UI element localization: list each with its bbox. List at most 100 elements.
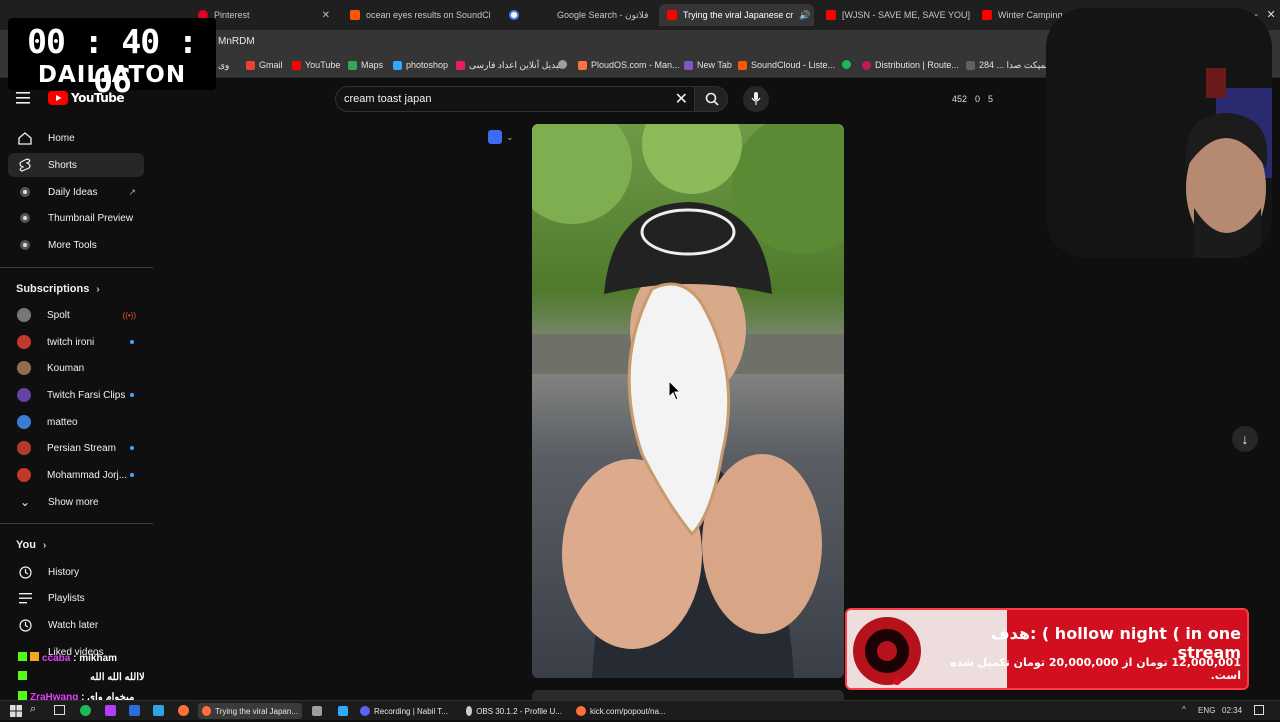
sidebar-item-label: Daily Ideas	[48, 187, 97, 198]
show-more-button[interactable]: ⌄ Show more	[8, 490, 144, 514]
sidebar-item-shorts[interactable]: Shorts	[8, 153, 144, 177]
taskbar-app[interactable]	[308, 703, 328, 719]
taskbar-app[interactable]	[334, 703, 354, 719]
sidebar-item-label: Home	[48, 133, 75, 144]
bookmark-item[interactable]: وی	[218, 60, 229, 71]
subscription-item[interactable]: Twitch Farsi Clips	[8, 383, 144, 407]
app-icon	[312, 706, 322, 716]
language-indicator[interactable]: ENG	[1198, 706, 1215, 715]
close-icon[interactable]: ✕	[654, 10, 655, 21]
app-icon[interactable]	[153, 705, 164, 716]
tab-title: ocean eyes results on SoundCl	[366, 10, 491, 20]
stream-timer: 00 : 40 : 06 DAILIATON	[8, 18, 216, 90]
close-icon[interactable]: ✕	[675, 89, 688, 109]
app-icon[interactable]	[105, 705, 116, 716]
taskbar-app[interactable]: kick.com/popout/na...	[572, 703, 676, 719]
edge-icon[interactable]	[80, 705, 91, 716]
timer-label: DAILIATON	[8, 62, 216, 88]
bookmark-youtube[interactable]: YouTube	[292, 60, 340, 70]
notification-icon[interactable]	[1254, 705, 1264, 715]
history-icon	[16, 563, 34, 581]
voice-search-button[interactable]	[743, 86, 769, 112]
avatar	[17, 308, 31, 322]
hamburger-menu-icon[interactable]	[16, 91, 30, 109]
bookmark-spotify[interactable]	[842, 60, 851, 69]
extension-stats: 452 0 5	[952, 94, 993, 104]
clock[interactable]: 02:34	[1222, 706, 1242, 715]
chevron-down-icon: ⌄	[16, 493, 34, 511]
search-query[interactable]: cream toast japan	[344, 93, 431, 105]
search-icon[interactable]: ⌕	[30, 703, 36, 716]
sidebar-item-more-tools[interactable]: More Tools	[8, 233, 144, 257]
browser-tab[interactable]: [WJSN - SAVE ME, SAVE YOU] ( ✕	[818, 4, 970, 26]
chevron-up-icon[interactable]: ^	[1182, 705, 1186, 714]
sidebar-item-label: More Tools	[48, 240, 97, 251]
address-text[interactable]: MnRDM	[218, 36, 255, 47]
arrow-down-icon: ↓	[1242, 431, 1249, 447]
task-view-icon[interactable]	[54, 705, 65, 715]
windows-start-icon[interactable]	[10, 704, 22, 722]
photoshop-icon	[393, 61, 402, 70]
next-video-button[interactable]: ↓	[1232, 426, 1258, 452]
firefox-icon	[576, 706, 586, 716]
sidebar-item-daily-ideas[interactable]: Daily Ideas ↗	[8, 180, 144, 204]
sidebar-item-playlists[interactable]: Playlists	[8, 586, 144, 610]
subscription-item[interactable]: Mohammad Jorj...	[8, 463, 144, 487]
youtube-icon	[292, 61, 301, 70]
close-icon[interactable]: ✕	[322, 10, 330, 21]
avatar	[17, 441, 31, 455]
browser-tab[interactable]: ocean eyes results on SoundCl ✕	[342, 4, 497, 26]
stat-count: 5	[988, 94, 993, 104]
maps-icon	[348, 61, 357, 70]
youtube-logo[interactable]: YouTube	[48, 91, 124, 105]
chat-badge-icon	[18, 671, 27, 680]
google-icon	[509, 10, 519, 20]
avatar	[17, 335, 31, 349]
bookmark-gmail[interactable]: Gmail	[246, 60, 283, 70]
extension-button[interactable]: ⌄	[488, 130, 514, 144]
bookmark-photoshop[interactable]: photoshop	[393, 60, 448, 70]
search-icon	[705, 92, 719, 106]
search-input[interactable]: cream toast japan ✕	[335, 86, 695, 112]
taskbar-app[interactable]: Trying the viral Japan...	[198, 703, 302, 719]
browser-tab[interactable]: Winter Camping in Alask	[974, 4, 1064, 26]
next-short-preview[interactable]	[532, 690, 844, 700]
subscription-item[interactable]: matteo	[8, 410, 144, 434]
thumbnail-icon	[16, 209, 34, 227]
you-heading[interactable]: You ›	[16, 539, 46, 551]
browser-tab-active[interactable]: Trying the viral Japanese cr 🔊 ✕	[659, 4, 814, 26]
taskbar-app[interactable]: OBS 30.1.2 - Profile U...	[462, 703, 566, 719]
avatar	[17, 361, 31, 375]
chat-text: لاالله الله الله	[90, 672, 145, 683]
bookmark-maps[interactable]: Maps	[348, 60, 383, 70]
tab-title: Pinterest	[214, 10, 250, 20]
sidebar-item-history[interactable]: History	[8, 560, 144, 584]
bookmark-new-tab[interactable]: New Tab	[684, 60, 732, 70]
sidebar-item-watch-later[interactable]: Watch later	[8, 613, 144, 637]
bookmark-soundcloud[interactable]: SoundCloud - Liste...	[738, 60, 835, 70]
chat-message: ccaba : mikham	[18, 652, 117, 664]
goal-subtitle: 12,000,001 تومان از 20,000,000 تومان تکم…	[923, 656, 1241, 682]
subscription-item[interactable]: Spolt ((•))	[8, 303, 144, 327]
speaker-icon[interactable]: 🔊	[799, 10, 810, 21]
sidebar-item-home[interactable]: Home	[8, 126, 144, 150]
browser-tab[interactable]	[501, 4, 541, 26]
bookmark-distribution[interactable]: Distribution | Route...	[862, 60, 959, 70]
bookmark-ploudos[interactable]: PloudOS.com - Man...	[578, 60, 680, 70]
subscription-item[interactable]: Kouman	[8, 356, 144, 380]
sidebar-item-thumbnail-preview[interactable]: Thumbnail Preview	[8, 206, 144, 230]
subscriptions-heading[interactable]: Subscriptions ›	[16, 283, 100, 295]
bookmark-globe[interactable]	[558, 60, 567, 69]
firefox-icon[interactable]	[178, 705, 189, 716]
subscription-item[interactable]: twitch ironi	[8, 330, 144, 354]
distribution-icon	[862, 61, 871, 70]
subscription-item[interactable]: Persian Stream	[8, 436, 144, 460]
bookmark-persian-numbers[interactable]: تبدیل آنلاین اعداد فارسی	[456, 60, 561, 71]
search-button[interactable]	[694, 86, 728, 112]
app-icon[interactable]	[129, 705, 140, 716]
taskbar-app[interactable]: Recording | Nabil T...	[356, 703, 456, 719]
shorts-video[interactable]	[532, 124, 844, 678]
video-frame	[532, 124, 844, 678]
browser-tab[interactable]: Google Search - فلاتون ✕	[545, 4, 655, 26]
new-tab-icon	[684, 61, 693, 70]
